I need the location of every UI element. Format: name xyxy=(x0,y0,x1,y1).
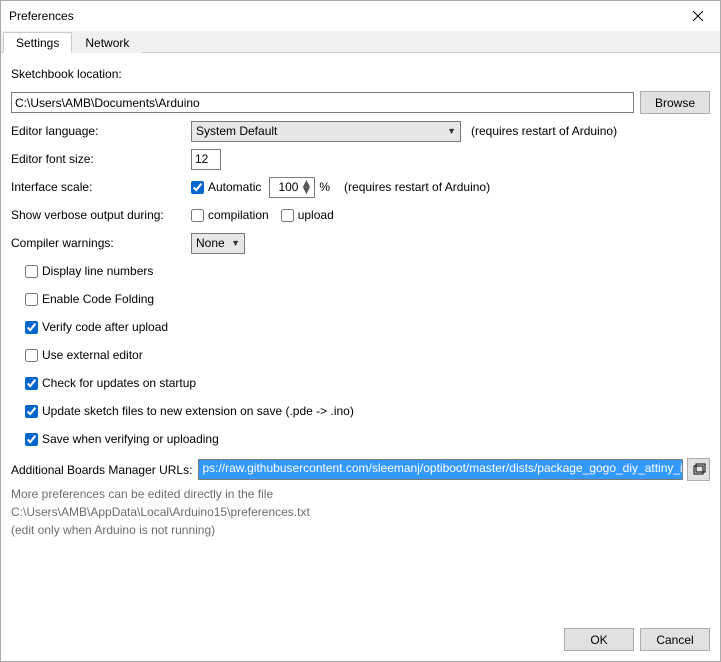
tab-network[interactable]: Network xyxy=(72,32,142,53)
tab-settings[interactable]: Settings xyxy=(3,32,72,53)
check-updates-label: Check for updates on startup xyxy=(42,376,196,390)
code-folding-checkbox[interactable]: Enable Code Folding xyxy=(25,292,154,306)
update-ext-checkbox[interactable]: Update sketch files to new extension on … xyxy=(25,404,354,418)
compilation-label: compilation xyxy=(208,208,269,222)
spinner-arrows-icon[interactable]: ▲▼ xyxy=(300,180,312,194)
update-ext-label: Update sketch files to new extension on … xyxy=(42,404,354,418)
percent-label: % xyxy=(319,180,330,194)
prefs-path-text: C:\Users\AMB\AppData\Local\Arduino15\pre… xyxy=(11,505,710,519)
external-editor-checkbox[interactable]: Use external editor xyxy=(25,348,143,362)
scale-value: 100 xyxy=(272,180,300,194)
boards-urls-expand-button[interactable] xyxy=(687,458,710,481)
external-editor-checkbox-input[interactable] xyxy=(25,349,38,362)
line-numbers-label: Display line numbers xyxy=(42,264,153,278)
line-numbers-checkbox-input[interactable] xyxy=(25,265,38,278)
font-size-input[interactable] xyxy=(191,149,221,170)
external-editor-label: Use external editor xyxy=(42,348,143,362)
upload-label: upload xyxy=(298,208,334,222)
check-updates-checkbox[interactable]: Check for updates on startup xyxy=(25,376,196,390)
more-prefs-text: More preferences can be edited directly … xyxy=(11,487,710,501)
sketchbook-label: Sketchbook location: xyxy=(11,67,122,81)
code-folding-label: Enable Code Folding xyxy=(42,292,154,306)
verify-upload-checkbox-input[interactable] xyxy=(25,321,38,334)
preferences-window: Preferences Settings Network Sketchbook … xyxy=(0,0,721,662)
verify-upload-label: Verify code after upload xyxy=(42,320,168,334)
save-verify-label: Save when verifying or uploading xyxy=(42,432,219,446)
code-folding-checkbox-input[interactable] xyxy=(25,293,38,306)
window-icon xyxy=(692,463,706,477)
line-numbers-checkbox[interactable]: Display line numbers xyxy=(25,264,153,278)
tab-bar: Settings Network xyxy=(1,31,720,53)
sketchbook-path-input[interactable] xyxy=(11,92,634,113)
save-verify-checkbox-input[interactable] xyxy=(25,433,38,446)
restart-hint-1: (requires restart of Arduino) xyxy=(471,124,617,138)
language-select[interactable]: System Default ▼ xyxy=(191,121,461,142)
compiler-warnings-label: Compiler warnings: xyxy=(11,236,191,250)
scale-spinner[interactable]: 100 ▲▼ xyxy=(269,177,315,198)
language-label: Editor language: xyxy=(11,124,191,138)
boards-urls-label: Additional Boards Manager URLs: xyxy=(11,463,192,477)
update-ext-checkbox-input[interactable] xyxy=(25,405,38,418)
dialog-footer: OK Cancel xyxy=(1,622,720,661)
upload-checkbox[interactable]: upload xyxy=(281,208,334,222)
verbose-label: Show verbose output during: xyxy=(11,208,191,222)
font-size-label: Editor font size: xyxy=(11,152,191,166)
titlebar: Preferences xyxy=(1,1,720,31)
restart-hint-2: (requires restart of Arduino) xyxy=(344,180,490,194)
compiler-warnings-value: None xyxy=(196,236,225,250)
language-value: System Default xyxy=(196,124,277,138)
edit-hint-text: (edit only when Arduino is not running) xyxy=(11,523,710,537)
boards-urls-input[interactable]: ps://raw.githubusercontent.com/sleemanj/… xyxy=(198,459,683,480)
upload-checkbox-input[interactable] xyxy=(281,209,294,222)
automatic-checkbox-input[interactable] xyxy=(191,181,204,194)
verify-upload-checkbox[interactable]: Verify code after upload xyxy=(25,320,168,334)
chevron-down-icon: ▼ xyxy=(231,238,240,248)
window-title: Preferences xyxy=(9,9,74,23)
compiler-warnings-select[interactable]: None ▼ xyxy=(191,233,245,254)
close-icon xyxy=(693,11,703,21)
close-button[interactable] xyxy=(675,1,720,31)
compilation-checkbox[interactable]: compilation xyxy=(191,208,269,222)
automatic-label: Automatic xyxy=(208,180,261,194)
compilation-checkbox-input[interactable] xyxy=(191,209,204,222)
automatic-checkbox[interactable]: Automatic xyxy=(191,180,261,194)
browse-button[interactable]: Browse xyxy=(640,91,710,114)
save-verify-checkbox[interactable]: Save when verifying or uploading xyxy=(25,432,219,446)
settings-panel: Sketchbook location: Browse Editor langu… xyxy=(1,53,720,622)
ok-button[interactable]: OK xyxy=(564,628,634,651)
chevron-down-icon: ▼ xyxy=(447,126,456,136)
cancel-button[interactable]: Cancel xyxy=(640,628,710,651)
check-updates-checkbox-input[interactable] xyxy=(25,377,38,390)
interface-scale-label: Interface scale: xyxy=(11,180,191,194)
